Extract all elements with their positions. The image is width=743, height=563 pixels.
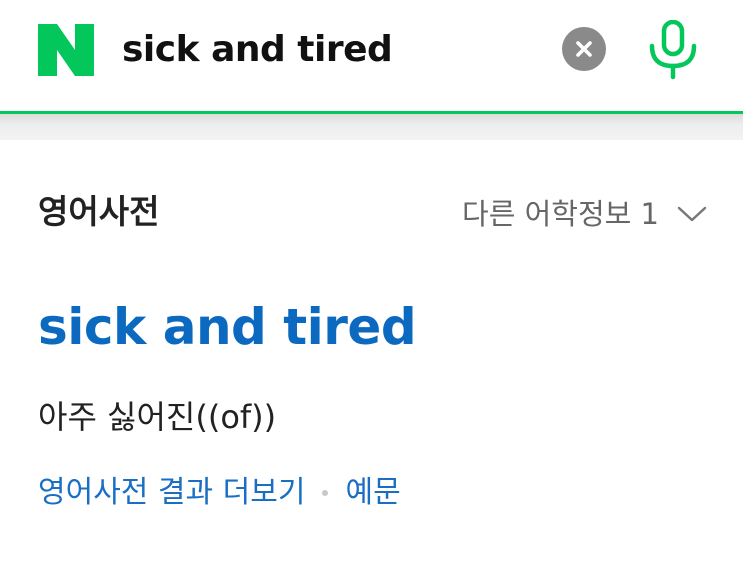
- section-divider: [0, 114, 743, 140]
- search-input[interactable]: sick and tired: [122, 28, 393, 72]
- other-language-info-dropdown[interactable]: 다른 어학정보 1: [462, 194, 707, 234]
- naver-search-page: sick and tired 영어사전 다른 어학정보 1 sick and t…: [0, 0, 743, 563]
- naver-logo[interactable]: [38, 24, 94, 76]
- close-icon: [576, 41, 592, 57]
- section-title: 영어사전: [38, 192, 160, 231]
- search-header: sick and tired: [0, 0, 743, 112]
- separator-dot: [322, 490, 329, 496]
- microphone-icon: [649, 19, 697, 80]
- clear-search-button[interactable]: [562, 27, 606, 71]
- entry-meaning: 아주 싫어진((of)): [38, 398, 277, 436]
- other-info-label: 다른 어학정보 1: [462, 197, 659, 231]
- english-dictionary-card: 영어사전 다른 어학정보 1 sick and tired 아주 싫어진((of…: [0, 140, 743, 563]
- entry-headword-link[interactable]: sick and tired: [38, 296, 417, 358]
- examples-link[interactable]: 예문: [345, 473, 400, 513]
- naver-n-logo-icon: [38, 24, 94, 76]
- voice-search-button[interactable]: [646, 19, 700, 80]
- chevron-down-icon: [677, 206, 707, 222]
- entry-links: 영어사전 결과 더보기 예문: [38, 473, 401, 513]
- more-dictionary-results-link[interactable]: 영어사전 결과 더보기: [38, 473, 305, 513]
